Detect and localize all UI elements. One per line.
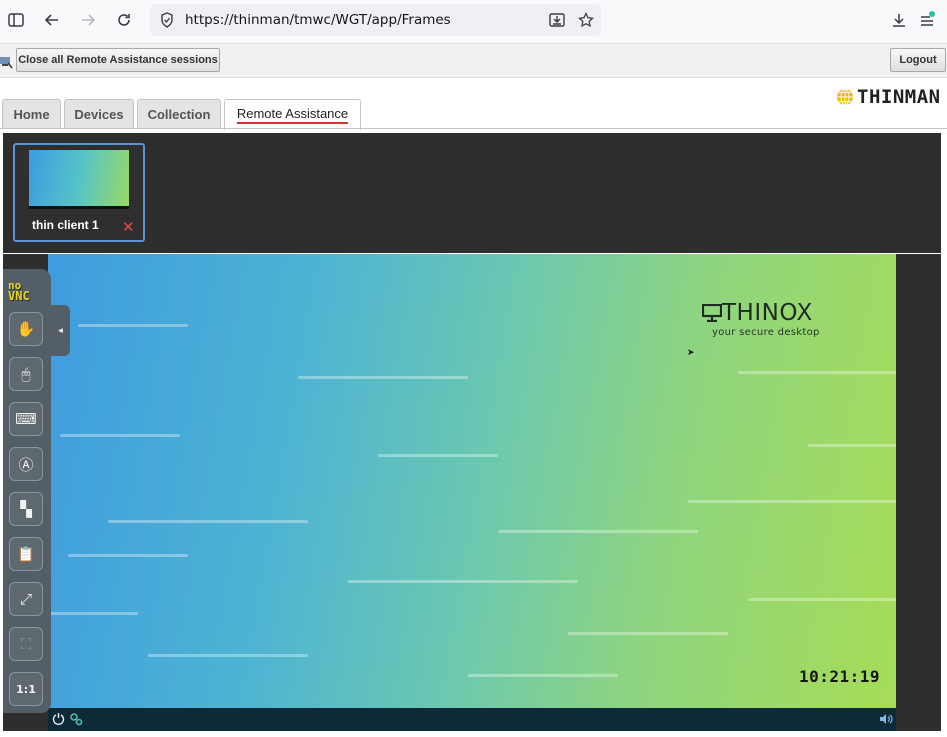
download-icon[interactable] (889, 8, 909, 32)
collapse-arrow-icon: ◂ (58, 325, 63, 336)
mouse-cursor-icon: ➤ (687, 348, 695, 358)
browser-toolbar: https://thinman/tmwc/WGT/app/Frames (0, 0, 947, 44)
tab-label: Remote Assistance (236, 106, 349, 124)
power-icon[interactable] (52, 712, 65, 730)
update-badge (929, 11, 935, 17)
logo-text: THINMAN (857, 86, 941, 108)
tab-divider (0, 128, 947, 129)
settings-button[interactable]: ⛶ (9, 627, 43, 661)
volume-icon[interactable] (879, 712, 893, 731)
remote-taskbar[interactable] (48, 708, 896, 731)
fullscreen-button[interactable]: ⤢ (9, 582, 43, 616)
drag-viewport-icon: ✋ (16, 320, 36, 338)
bookmark-star-icon[interactable] (576, 8, 596, 32)
drag-viewport-button[interactable]: ✋ (9, 312, 43, 346)
session-strip: thin client 1 ✕ (3, 133, 941, 253)
scale-1-to-1-button[interactable]: 1:1 (9, 672, 43, 706)
power-actions-icon: ▚ (20, 500, 32, 518)
novnc-logo-bottom: VNC (8, 289, 30, 303)
address-bar[interactable]: https://thinman/tmwc/WGT/app/Frames (150, 4, 601, 36)
extra-keys-button[interactable]: Ⓐ (9, 447, 43, 481)
tab-devices[interactable]: Devices (64, 99, 134, 129)
power-actions-button[interactable]: ▚ (9, 492, 43, 526)
sidebar-toggle-icon[interactable] (6, 8, 26, 32)
novnc-logo: no VNC (8, 280, 30, 302)
novnc-control-bar: no VNC ✋ 🖱 ⌨ Ⓐ ▚ 📋 ⤢ ⛶ 1:1 (3, 269, 51, 713)
thinox-title: THINOX (722, 300, 813, 326)
tab-home[interactable]: Home (2, 99, 61, 129)
keyboard-button[interactable]: ⌨ (9, 402, 43, 436)
thinox-tagline: your secure desktop (712, 327, 820, 338)
tab-remote-assistance[interactable]: Remote Assistance (224, 99, 361, 130)
remote-clock: 10:21:19 (799, 667, 881, 686)
session-thumbnail[interactable] (29, 150, 129, 209)
save-page-icon[interactable] (547, 8, 567, 32)
settings-gears-icon[interactable] (69, 712, 83, 731)
mouse-icon: 🖱 (21, 365, 31, 383)
keyboard-icon: ⌨ (15, 410, 37, 428)
reload-icon[interactable] (114, 8, 134, 32)
remote-desktop-screen[interactable]: THINOX your secure desktop ➤ 10:21:19 (48, 254, 896, 708)
app-toolbar: Close all Remote Assistance sessions Log… (0, 44, 947, 78)
url-text: https://thinman/tmwc/WGT/app/Frames (185, 12, 451, 28)
monitor-icon (702, 304, 722, 322)
remote-assistance-icon (0, 55, 13, 74)
tab-label: Home (13, 107, 50, 122)
close-all-sessions-button[interactable]: Close all Remote Assistance sessions (16, 48, 220, 72)
shield-icon[interactable] (157, 8, 177, 32)
globe-icon (837, 88, 853, 106)
session-name: thin client 1 (32, 218, 99, 232)
back-arrow-icon[interactable] (42, 8, 62, 32)
mouse-button[interactable]: 🖱 (9, 357, 43, 391)
control-bar-handle[interactable]: ◂ (51, 305, 70, 356)
logout-button[interactable]: Logout (890, 48, 946, 72)
fullscreen-icon: ⤢ (19, 590, 32, 608)
close-session-icon[interactable]: ✕ (122, 219, 135, 235)
session-card[interactable]: thin client 1 ✕ (13, 143, 145, 242)
settings-icon: ⛶ (20, 635, 32, 653)
tab-label: Collection (147, 107, 211, 122)
clipboard-button[interactable]: 📋 (9, 537, 43, 571)
extra-keys-icon: Ⓐ (18, 455, 34, 474)
tab-collection[interactable]: Collection (137, 99, 221, 129)
remote-viewer[interactable]: THINOX your secure desktop ➤ 10:21:19 (3, 254, 941, 731)
thinman-logo: THINMAN (836, 86, 941, 108)
scale-1-to-1-icon: 1:1 (16, 682, 36, 696)
thinox-logo: THINOX your secure desktop (702, 300, 820, 338)
tab-label: Devices (74, 107, 124, 122)
clipboard-icon: 📋 (16, 545, 36, 563)
forward-arrow-icon[interactable] (78, 8, 98, 32)
